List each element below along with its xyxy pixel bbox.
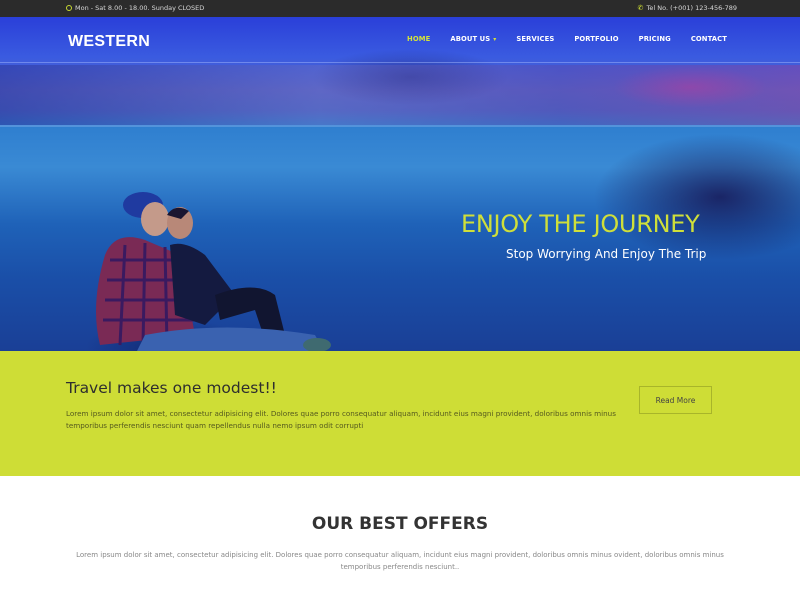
read-more-button[interactable]: Read More bbox=[639, 386, 712, 414]
main-nav: HOME ABOUT US ▾ SERVICES PORTFOLIO PRICIN… bbox=[387, 35, 727, 43]
offers-description: Lorem ipsum dolor sit amet, consectetur … bbox=[76, 551, 724, 571]
nav-label: PORTFOLIO bbox=[574, 35, 619, 43]
callout-heading: Travel makes one modest!! bbox=[66, 379, 277, 397]
top-info-bar: Mon - Sat 8.00 - 18.00. Sunday CLOSED ✆ … bbox=[0, 0, 800, 17]
nav-item-portfolio[interactable]: PORTFOLIO bbox=[574, 35, 618, 43]
man-head bbox=[141, 202, 169, 236]
hero-mountains bbox=[0, 65, 800, 125]
phone-info: ✆ Tel No. (+001) 123-456-789 bbox=[638, 4, 737, 12]
nav-item-services[interactable]: SERVICES bbox=[516, 35, 554, 43]
hero-couple-image bbox=[96, 192, 331, 351]
hero-horizon bbox=[0, 125, 800, 127]
nav-label: HOME bbox=[407, 35, 431, 43]
nav-label: SERVICES bbox=[516, 35, 555, 43]
nav-label: CONTACT bbox=[690, 35, 727, 43]
nav-item-contact[interactable]: CONTACT bbox=[691, 35, 727, 43]
hero-banner: WESTERN HOME ABOUT US ▾ SERVICES PORTFOLI… bbox=[0, 17, 800, 351]
nav-item-about-us[interactable]: ABOUT US ▾ bbox=[450, 35, 496, 43]
opening-hours-text: Mon - Sat 8.00 - 18.00. Sunday CLOSED bbox=[75, 4, 205, 12]
nav-item-home[interactable]: HOME bbox=[407, 35, 430, 43]
nav-item-pricing[interactable]: PRICING bbox=[639, 35, 671, 43]
chevron-down-icon: ▾ bbox=[493, 35, 497, 43]
offers-title: OUR BEST OFFERS bbox=[311, 514, 489, 534]
phone-number[interactable]: Tel No. (+001) 123-456-789 bbox=[647, 4, 738, 12]
opening-hours: Mon - Sat 8.00 - 18.00. Sunday CLOSED bbox=[66, 4, 204, 12]
clock-icon bbox=[66, 5, 72, 11]
nav-label: PRICING bbox=[638, 35, 671, 43]
phone-icon: ✆ bbox=[637, 3, 644, 12]
hero-title: ENJOY THE JOURNEY bbox=[461, 210, 700, 238]
hero-subtitle: Stop Worrying And Enjoy The Trip bbox=[506, 247, 707, 261]
site-logo[interactable]: WESTERN bbox=[68, 33, 150, 51]
callout-section: Travel makes one modest!! Lorem ipsum do… bbox=[0, 351, 800, 476]
header-divider bbox=[0, 62, 800, 63]
callout-text: Lorem ipsum dolor sit amet, consectetur … bbox=[66, 409, 616, 430]
nav-label: ABOUT US bbox=[450, 35, 491, 43]
